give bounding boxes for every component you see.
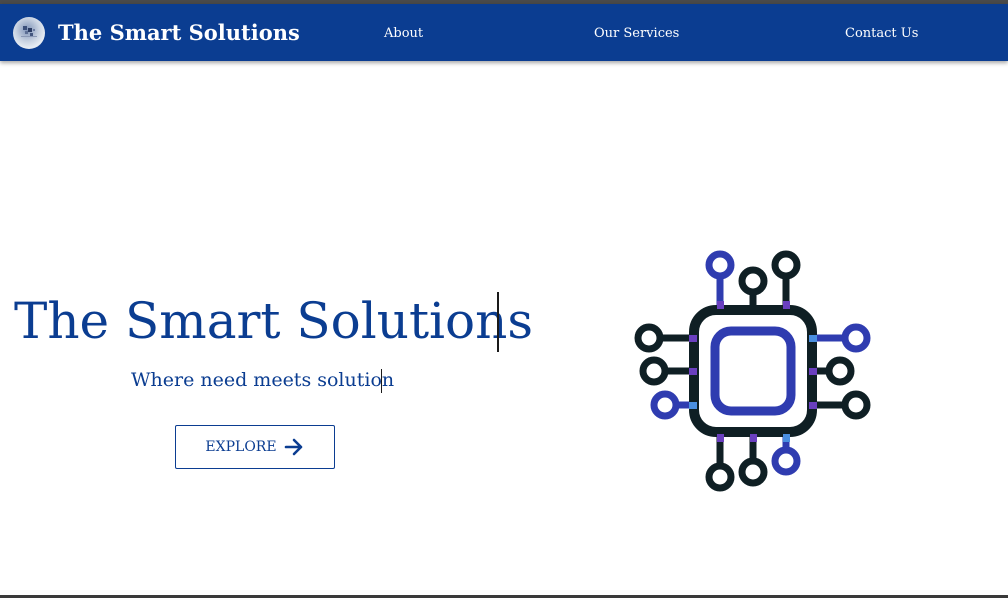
navbar: The Smart Solutions About Our Services C… bbox=[0, 4, 1008, 61]
explore-button-label: EXPLORE bbox=[205, 439, 277, 455]
logo[interactable] bbox=[13, 17, 45, 49]
hero-subtitle: Where need meets solution bbox=[131, 369, 395, 391]
typing-cursor bbox=[381, 369, 382, 393]
nav-link-our-services[interactable]: Our Services bbox=[594, 26, 679, 41]
nav-link-about[interactable]: About bbox=[384, 26, 423, 41]
nav-link-contact-us[interactable]: Contact Us bbox=[845, 26, 918, 41]
logo-icon bbox=[21, 26, 37, 37]
brand-name[interactable]: The Smart Solutions bbox=[58, 20, 300, 45]
hero-title: The Smart Solutions bbox=[14, 292, 533, 350]
typing-cursor bbox=[497, 292, 499, 352]
arrow-right-icon bbox=[284, 438, 302, 456]
circuit-chip-icon bbox=[634, 250, 871, 492]
explore-button[interactable]: EXPLORE bbox=[175, 425, 335, 469]
